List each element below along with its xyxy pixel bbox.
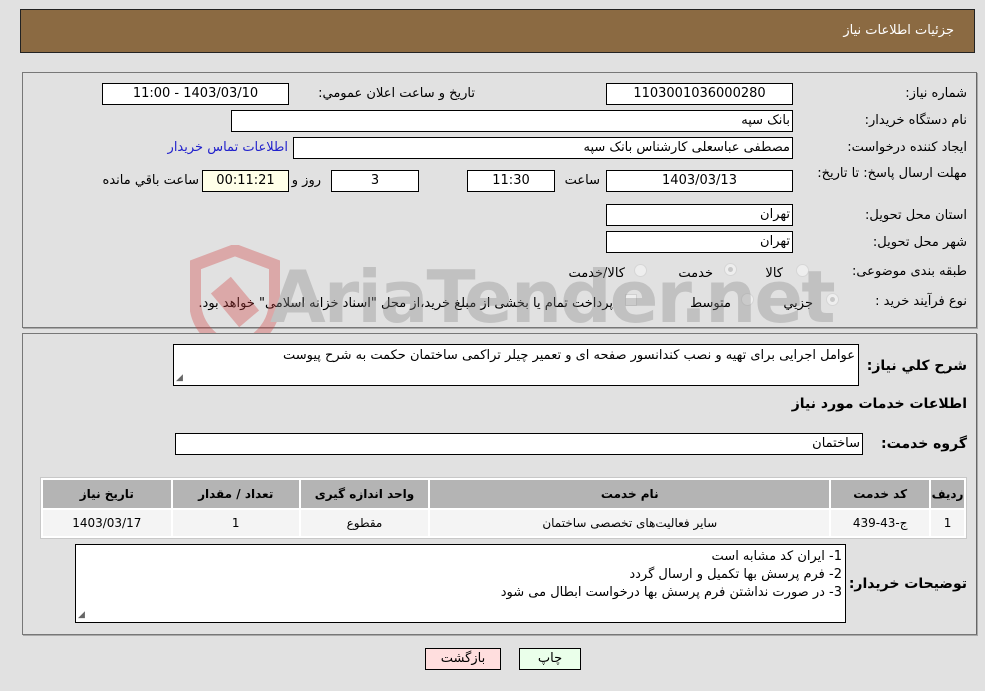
print-button[interactable]: چاپ — [519, 648, 581, 670]
deadline-label: مهلت ارسال پاسخ: تا تاریخ: — [817, 166, 967, 181]
creator-label: ایجاد کننده درخواست: — [847, 140, 967, 155]
service-group-label: گروه خدمت: — [881, 436, 967, 452]
cell-qty: 1 — [172, 510, 299, 536]
treasury-checkbox-label: پرداخت تمام یا بخشی از مبلغ خرید،از محل … — [198, 296, 613, 311]
category-option-goods: کالا — [765, 266, 783, 281]
buyer-org-field: بانک سپه — [231, 110, 793, 132]
process-label: نوع فرآیند خرید : — [875, 294, 967, 309]
process-option-minor: جزیي — [783, 296, 813, 311]
city-label: شهر محل تحویل: — [872, 235, 967, 250]
summary-text: عوامل اجرایی برای تهیه و نصب کندانسور صف… — [282, 348, 855, 363]
buyer-note-line: 1- ایران کد مشابه است — [711, 549, 842, 564]
cell-code: ج-43-439 — [831, 510, 930, 536]
days-remaining-field: 3 — [331, 170, 419, 192]
category-option-service: خدمت — [678, 266, 713, 281]
col-qty: تعداد / مقدار — [172, 480, 299, 508]
category-option-goods-service: کالا/خدمت — [568, 266, 625, 281]
buyer-org-label: نام دستگاه خریدار: — [864, 113, 967, 128]
treasury-checkbox[interactable] — [625, 294, 637, 306]
deadline-date-field: 1403/03/13 — [606, 170, 793, 192]
cell-name: سایر فعالیت‌های تخصصی ساختمان — [430, 510, 830, 536]
process-radio-medium[interactable] — [741, 293, 754, 306]
col-date: تاریخ نیاز — [43, 480, 171, 508]
resize-grip-icon[interactable]: ◢ — [78, 610, 88, 620]
province-field: تهران — [606, 204, 793, 226]
category-radio-goods-service[interactable] — [634, 264, 647, 277]
page-title-bar: جزئیات اطلاعات نیاز — [20, 9, 975, 53]
summary-label: شرح کلي نیاز: — [866, 358, 967, 374]
creator-field: مصطفی عباسعلی کارشناس بانک سپه — [293, 137, 793, 159]
process-option-medium: متوسط — [690, 296, 731, 311]
col-code: کد خدمت — [831, 480, 930, 508]
announce-label: تاریخ و ساعت اعلان عمومي: — [318, 86, 475, 101]
category-label: طبقه بندی موضوعی: — [851, 264, 967, 279]
summary-textarea[interactable]: عوامل اجرایی برای تهیه و نصب کندانسور صف… — [173, 344, 859, 386]
time-remaining-label: ساعت باقي مانده — [102, 173, 199, 188]
services-table: ردیف کد خدمت نام خدمت واحد اندازه گیری ت… — [40, 477, 967, 539]
province-label: استان محل تحویل: — [865, 208, 967, 223]
table-header-row: ردیف کد خدمت نام خدمت واحد اندازه گیری ت… — [43, 480, 964, 508]
process-radio-minor[interactable] — [826, 293, 839, 306]
city-field: تهران — [606, 231, 793, 253]
col-name: نام خدمت — [430, 480, 830, 508]
category-radio-service[interactable] — [724, 263, 737, 276]
page-title: جزئیات اطلاعات نیاز — [843, 23, 954, 38]
need-number-field: 1103001036000280 — [606, 83, 793, 105]
deadline-time-field: 11:30 — [467, 170, 555, 192]
cell-row: 1 — [931, 510, 964, 536]
buyer-contact-link[interactable]: اطلاعات تماس خریدار — [168, 140, 288, 155]
services-section-title: اطلاعات خدمات مورد نیاز — [791, 396, 967, 412]
buyer-note-line: 3- در صورت نداشتن فرم پرسش بها درخواست ا… — [500, 585, 842, 600]
deadline-time-label: ساعت — [564, 173, 600, 188]
buyer-notes-textarea[interactable]: 1- ایران کد مشابه است 2- فرم پرسش بها تک… — [75, 544, 846, 623]
service-group-field: ساختمان — [175, 433, 863, 455]
need-number-label: شماره نیاز: — [905, 86, 967, 101]
buyer-note-line: 2- فرم پرسش بها تکمیل و ارسال گردد — [629, 567, 842, 582]
cell-date: 1403/03/17 — [43, 510, 171, 536]
category-radio-goods[interactable] — [796, 264, 809, 277]
resize-grip-icon[interactable]: ◢ — [176, 373, 186, 383]
col-unit: واحد اندازه گیری — [300, 480, 429, 508]
days-label: روز و — [291, 173, 321, 188]
buyer-notes-label: توضیحات خریدار: — [848, 576, 967, 592]
cell-unit: مقطوع — [300, 510, 429, 536]
table-row: 1 ج-43-439 سایر فعالیت‌های تخصصی ساختمان… — [43, 510, 964, 536]
announce-field: 1403/03/10 - 11:00 — [102, 83, 289, 105]
col-row: ردیف — [931, 480, 964, 508]
back-button[interactable]: بازگشت — [425, 648, 501, 670]
time-remaining-field: 00:11:21 — [202, 170, 289, 192]
